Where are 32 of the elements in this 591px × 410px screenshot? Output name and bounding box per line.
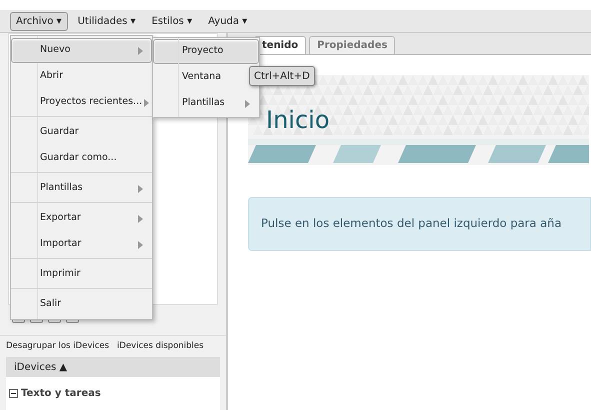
tab[interactable]: Propiedades bbox=[309, 36, 396, 54]
submenu-arrow-icon bbox=[138, 214, 143, 222]
menu-button[interactable]: Utilidades ▾ bbox=[72, 12, 142, 30]
shortcut-tooltip: Ctrl+Alt+D bbox=[249, 66, 315, 86]
menu-item[interactable]: Nuevo bbox=[11, 38, 152, 63]
panel-tab[interactable]: Desagrupar los iDevices bbox=[6, 340, 110, 353]
tab[interactable]: tenido bbox=[254, 36, 306, 54]
submenu-arrow-icon bbox=[245, 100, 250, 108]
menu-item[interactable]: Abrir bbox=[11, 64, 152, 89]
category-label[interactable]: Texto y tareas bbox=[21, 386, 101, 401]
info-message: Pulse en los elementos del panel izquierdo para aña bbox=[248, 197, 591, 251]
menu-button[interactable]: Ayuda ▾ bbox=[202, 12, 254, 30]
menu-item[interactable]: Salir bbox=[11, 292, 152, 317]
submenu-arrow-icon bbox=[144, 98, 150, 106]
menu-item[interactable]: Guardar como... bbox=[11, 146, 152, 171]
menu-item[interactable]: Exportar bbox=[11, 206, 152, 231]
menu-item[interactable]: Plantillas bbox=[153, 91, 259, 116]
menu-item[interactable]: Imprimir bbox=[11, 262, 152, 287]
menu-item[interactable]: Importar bbox=[11, 232, 152, 257]
menu-item[interactable]: Proyecto bbox=[153, 39, 259, 64]
panel-tab[interactable]: iDevices disponibles bbox=[117, 340, 204, 353]
list-header[interactable]: iDevices ▲ bbox=[6, 357, 220, 377]
submenu-arrow-icon bbox=[138, 240, 143, 248]
collapse-icon[interactable] bbox=[9, 389, 18, 398]
menu-item[interactable]: Plantillas bbox=[11, 176, 152, 201]
page-title: Inicio bbox=[266, 105, 330, 136]
submenu-arrow-icon bbox=[138, 46, 143, 54]
submenu-arrow-icon bbox=[138, 184, 143, 192]
menu-item[interactable]: Proyectos recientes... bbox=[11, 90, 152, 115]
menu-button[interactable]: Archivo ▾ bbox=[10, 12, 68, 30]
menu-button[interactable]: Estilos ▾ bbox=[146, 12, 198, 30]
menu-item[interactable]: Guardar bbox=[11, 120, 152, 145]
